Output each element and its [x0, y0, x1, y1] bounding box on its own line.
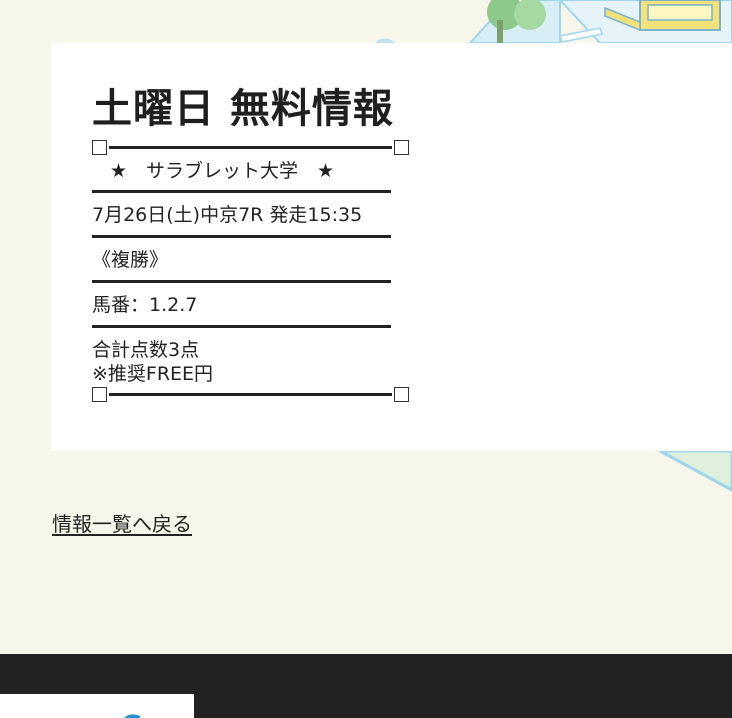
frame-box-right	[394, 387, 409, 402]
separator	[92, 235, 391, 238]
frame-box-left	[92, 387, 107, 402]
frame-bottom	[92, 386, 410, 404]
frame-box-left	[92, 140, 107, 155]
frame-bar	[109, 393, 392, 396]
race-info: 7月26日(土)中京7R 発走15:35	[92, 204, 363, 226]
recommended-amount: ※推奨FREE円	[92, 363, 214, 385]
separator	[92, 280, 391, 283]
info-card: 土曜日 無料情報 ★ サラブレット大学 ★ 7月26日(土)中京7R 発走15:…	[51, 43, 732, 451]
town-illustration-right	[659, 449, 732, 492]
bet-type: 《複勝》	[92, 249, 169, 271]
footer-logo	[0, 694, 194, 718]
frame-top	[92, 139, 410, 157]
info-subtitle: ★ サラブレット大学 ★	[110, 160, 335, 182]
footer	[0, 654, 732, 718]
total-points: 合計点数3点	[92, 339, 200, 361]
town-illustration-top	[375, 0, 732, 44]
horse-numbers: 馬番：1.2.7	[92, 294, 198, 316]
logo-mark-icon	[124, 714, 140, 718]
frame-box-right	[394, 140, 409, 155]
frame-bar	[109, 146, 392, 149]
info-card-content: 土曜日 無料情報 ★ サラブレット大学 ★ 7月26日(土)中京7R 発走15:…	[92, 85, 410, 404]
separator	[92, 190, 391, 193]
page-title: 土曜日 無料情報	[92, 86, 394, 132]
back-to-list-link[interactable]: 情報一覧へ戻る	[52, 508, 192, 537]
separator	[92, 325, 391, 328]
